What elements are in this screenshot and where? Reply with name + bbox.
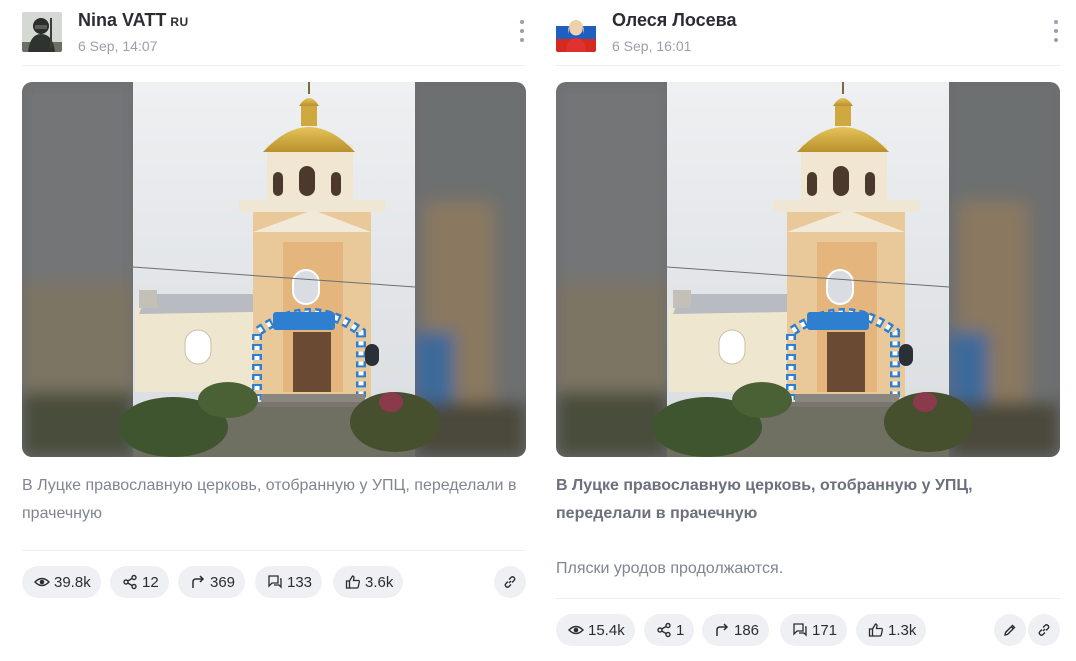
views-pill[interactable]: 39.8k <box>22 566 101 598</box>
views-count: 39.8k <box>54 573 91 591</box>
author-avatar[interactable] <box>556 12 596 52</box>
share-nodes-icon <box>122 574 138 590</box>
woman-flag-avatar-icon <box>556 12 596 52</box>
more-menu-icon[interactable] <box>1050 20 1062 42</box>
post-stats: 39.8k 12 369 133 3.6k <box>22 566 526 598</box>
reactions-count: 3.6k <box>365 573 394 591</box>
divider <box>22 550 526 551</box>
comments-icon <box>792 622 808 638</box>
soldier-avatar-icon <box>22 12 62 52</box>
reactions-pill[interactable]: 3.6k <box>333 566 404 598</box>
reactions-count: 1.3k <box>888 621 917 639</box>
post-header: Nina VATT RU 6 Sep, 14:07 <box>22 0 526 66</box>
forward-arrow-icon <box>190 574 206 590</box>
post-text: В Луцке православную церковь, отобранную… <box>22 477 517 522</box>
copy-link-button[interactable] <box>494 566 526 598</box>
share-nodes-icon <box>656 622 672 638</box>
link-icon <box>504 576 516 588</box>
copy-link-button[interactable] <box>1028 614 1060 646</box>
forwards-count: 186 <box>734 621 760 639</box>
author-name[interactable]: Nina VATT RU <box>78 10 189 31</box>
forwards-count: 369 <box>210 573 236 591</box>
thumbs-up-icon <box>868 622 884 638</box>
edit-button[interactable] <box>994 614 1026 646</box>
more-menu-icon[interactable] <box>516 20 528 42</box>
forwards-pill[interactable]: 369 <box>178 566 246 598</box>
language-badge: RU <box>170 15 189 29</box>
reactions-pill[interactable]: 1.3k <box>856 614 927 646</box>
comments-icon <box>267 574 283 590</box>
author-avatar[interactable] <box>22 12 62 52</box>
edit-icon <box>1004 624 1016 636</box>
shares-count: 1 <box>676 621 685 639</box>
views-count: 15.4k <box>588 621 625 639</box>
comments-pill[interactable]: 171 <box>780 614 848 646</box>
eye-icon <box>34 574 50 590</box>
comments-pill[interactable]: 133 <box>255 566 323 598</box>
post-card: Олеся Лосева 6 Sep, 16:01 В Луцке правос… <box>556 0 1060 646</box>
post-text: В Луцке православную церковь, отобранную… <box>556 477 973 522</box>
author-name-text: Олеся Лосева <box>612 10 737 30</box>
shares-count: 12 <box>142 573 159 591</box>
eye-icon <box>568 622 584 638</box>
forward-arrow-icon <box>714 622 730 638</box>
link-icon <box>1038 624 1050 636</box>
post-card: Nina VATT RU 6 Sep, 14:07 В Луцке правосл… <box>22 0 526 598</box>
author-name-text: Nina VATT <box>78 10 167 30</box>
post-date: 6 Sep, 14:07 <box>78 38 158 54</box>
post-photo[interactable] <box>556 82 1060 457</box>
author-name[interactable]: Олеся Лосева <box>612 10 737 31</box>
post-date: 6 Sep, 16:01 <box>612 38 692 54</box>
post-photo[interactable] <box>22 82 526 457</box>
shares-pill[interactable]: 1 <box>644 614 695 646</box>
thumbs-up-icon <box>345 574 361 590</box>
shares-pill[interactable]: 12 <box>110 566 169 598</box>
post-extra-text: Пляски уродов продолжаются. <box>556 560 784 577</box>
forwards-pill[interactable]: 186 <box>702 614 770 646</box>
post-stats: 15.4k 1 186 171 1.3k <box>556 614 1060 646</box>
divider <box>556 598 1060 599</box>
views-pill[interactable]: 15.4k <box>556 614 635 646</box>
comments-count: 133 <box>287 573 313 591</box>
comments-count: 171 <box>812 621 838 639</box>
post-header: Олеся Лосева 6 Sep, 16:01 <box>556 0 1060 66</box>
